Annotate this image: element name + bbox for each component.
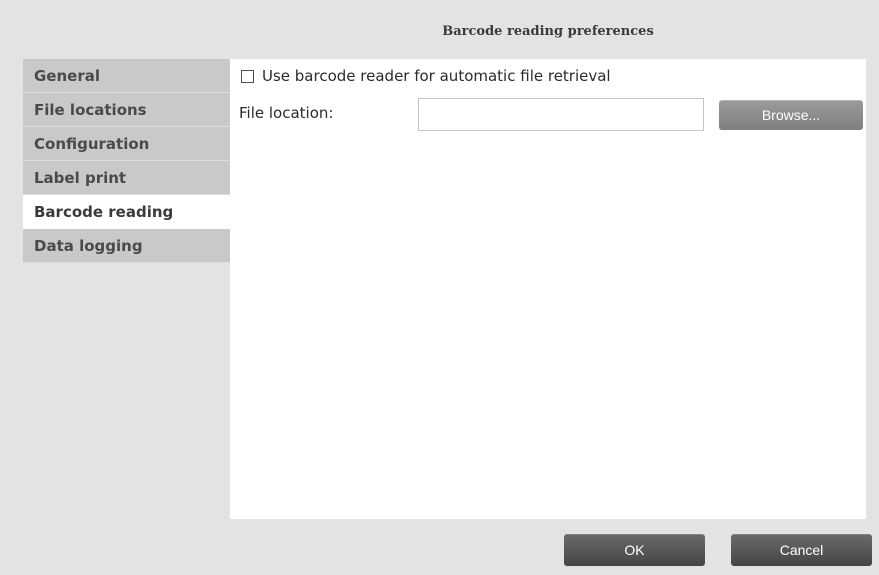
barcode-reader-checkbox-label: Use barcode reader for automatic file re…: [262, 67, 611, 85]
barcode-reader-checkbox[interactable]: [241, 69, 254, 83]
file-location-input[interactable]: [418, 98, 704, 131]
sidebar-item-general[interactable]: General: [23, 59, 230, 93]
sidebar-item-barcode-reading[interactable]: Barcode reading: [23, 195, 230, 229]
sidebar-item-file-locations[interactable]: File locations: [23, 93, 230, 127]
sidebar-item-configuration[interactable]: Configuration: [23, 127, 230, 161]
ok-button[interactable]: OK: [564, 534, 705, 566]
preferences-sidebar: General File locations Configuration Lab…: [23, 59, 230, 263]
dialog-title: Barcode reading preferences: [442, 24, 654, 39]
browse-button[interactable]: Browse...: [719, 100, 863, 130]
sidebar-item-label-print[interactable]: Label print: [23, 161, 230, 195]
settings-panel: Use barcode reader for automatic file re…: [230, 59, 866, 519]
sidebar-item-data-logging[interactable]: Data logging: [23, 229, 230, 263]
file-location-label: File location:: [239, 104, 334, 122]
cancel-button[interactable]: Cancel: [731, 534, 872, 566]
barcode-reader-option[interactable]: Use barcode reader for automatic file re…: [241, 66, 611, 86]
